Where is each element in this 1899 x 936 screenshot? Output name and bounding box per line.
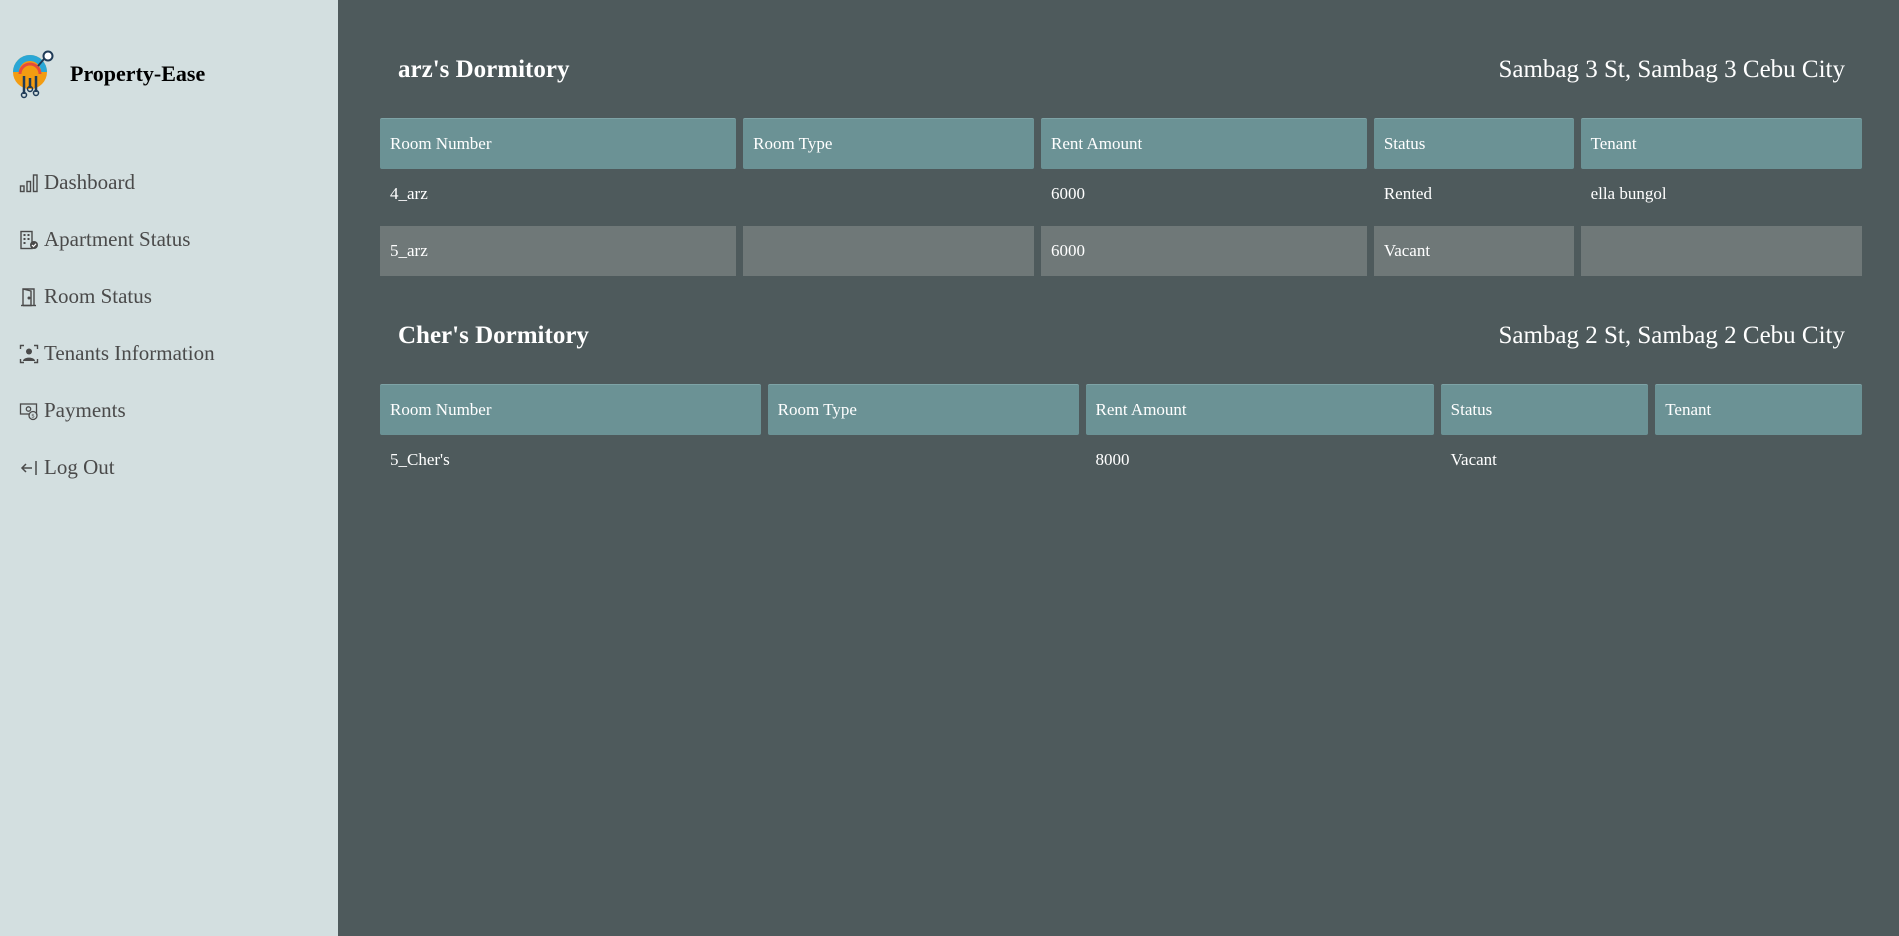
table-row[interactable]: 5_Cher's 8000 Vacant: [380, 435, 1862, 485]
row-spacer: [380, 219, 1862, 226]
sidebar-item-label: Log Out: [44, 455, 115, 479]
column-header-status[interactable]: Status: [1373, 118, 1574, 169]
dormitory-section: arz's Dormitory Sambag 3 St, Sambag 3 Ce…: [380, 50, 1862, 276]
dormitory-address: Sambag 2 St, Sambag 2 Cebu City: [1498, 322, 1845, 349]
cell-rent-amount: 8000: [1095, 450, 1130, 469]
column-header-tenant[interactable]: Tenant: [1580, 118, 1862, 169]
cell-tenant: ella bungol: [1590, 184, 1667, 203]
table-header-row: Room Number Room Type Rent Amount Status…: [380, 384, 1862, 435]
brand[interactable]: Property-Ease: [10, 48, 205, 100]
app-name: Property-Ease: [70, 61, 206, 86]
cell-room-number: 4_arz: [390, 184, 428, 203]
cell-rent-amount: 6000: [1041, 226, 1367, 276]
table-row[interactable]: 4_arz 6000 Rented ella bungol: [380, 169, 1862, 219]
cell-rent-amount: 6000: [1051, 184, 1086, 203]
sidebar-item-label: Apartment Status: [44, 227, 191, 251]
sidebar-item-label: Room Status: [44, 284, 152, 308]
main-content: arz's Dormitory Sambag 3 St, Sambag 3 Ce…: [338, 0, 1899, 936]
sidebar-item-label: Tenants Information: [44, 341, 215, 365]
door-icon: [18, 286, 40, 308]
cell-status: Rented: [1383, 184, 1432, 203]
cell-status: Vacant: [1450, 450, 1497, 469]
column-header-room-number[interactable]: Room Number: [380, 384, 761, 435]
column-header-room-type[interactable]: Room Type: [767, 384, 1079, 435]
column-header-rent-amount[interactable]: Rent Amount: [1085, 384, 1434, 435]
dormitory-name: Cher's Dormitory: [398, 322, 589, 349]
cell-room-number: 5_Cher's: [390, 450, 450, 469]
cell-room-number: 5_arz: [380, 226, 737, 276]
cell-room-type: [743, 226, 1035, 276]
svg-text:$: $: [31, 413, 35, 419]
sidebar-item-dashboard[interactable]: Dashboard: [18, 154, 215, 211]
dormitory-address: Sambag 3 St, Sambag 3 Cebu City: [1498, 56, 1845, 83]
sidebar-item-room-status[interactable]: Room Status: [18, 268, 215, 325]
column-header-rent-amount[interactable]: Rent Amount: [1041, 118, 1367, 169]
cell-status: Vacant: [1373, 226, 1574, 276]
table-row[interactable]: 5_arz 6000 Vacant: [380, 226, 1862, 276]
dormitory-header: arz's Dormitory Sambag 3 St, Sambag 3 Ce…: [380, 50, 1862, 90]
dormitory-section: Cher's Dormitory Sambag 2 St, Sambag 2 C…: [380, 316, 1862, 485]
cell-tenant: [1655, 435, 1862, 485]
sidebar-item-tenants-information[interactable]: Tenants Information: [18, 325, 215, 382]
dormitory-name: arz's Dormitory: [398, 56, 570, 83]
cell-room-type: [743, 169, 1034, 219]
app-logo-icon: [13, 50, 54, 99]
sidebar-nav: Dashboard Apartment Status Room Status T…: [18, 154, 215, 496]
building-check-icon: [18, 229, 40, 251]
person-badge-icon: [18, 343, 40, 365]
cash-icon: $: [18, 400, 40, 422]
column-header-room-number[interactable]: Room Number: [380, 118, 737, 169]
column-header-status[interactable]: Status: [1440, 384, 1649, 435]
column-header-room-type[interactable]: Room Type: [743, 118, 1035, 169]
sidebar-item-payments[interactable]: $ Payments: [18, 382, 215, 439]
bar-chart-icon: [18, 172, 40, 194]
logout-arrow-icon: [18, 457, 40, 479]
cell-tenant: [1580, 226, 1862, 276]
column-header-tenant[interactable]: Tenant: [1655, 384, 1862, 435]
cell-room-type: [768, 435, 1079, 485]
sidebar: Property-Ease Dashboard Apartment Status…: [0, 0, 338, 936]
rooms-table: Room Number Room Type Rent Amount Status…: [373, 384, 1869, 485]
sidebar-item-log-out[interactable]: Log Out: [18, 439, 215, 496]
sidebar-item-apartment-status[interactable]: Apartment Status: [18, 211, 215, 268]
rooms-table: Room Number Room Type Rent Amount Status…: [373, 118, 1869, 276]
sidebar-item-label: Payments: [44, 398, 126, 422]
table-header-row: Room Number Room Type Rent Amount Status…: [380, 118, 1862, 169]
sidebar-item-label: Dashboard: [44, 170, 135, 194]
dormitory-header: Cher's Dormitory Sambag 2 St, Sambag 2 C…: [380, 316, 1862, 356]
